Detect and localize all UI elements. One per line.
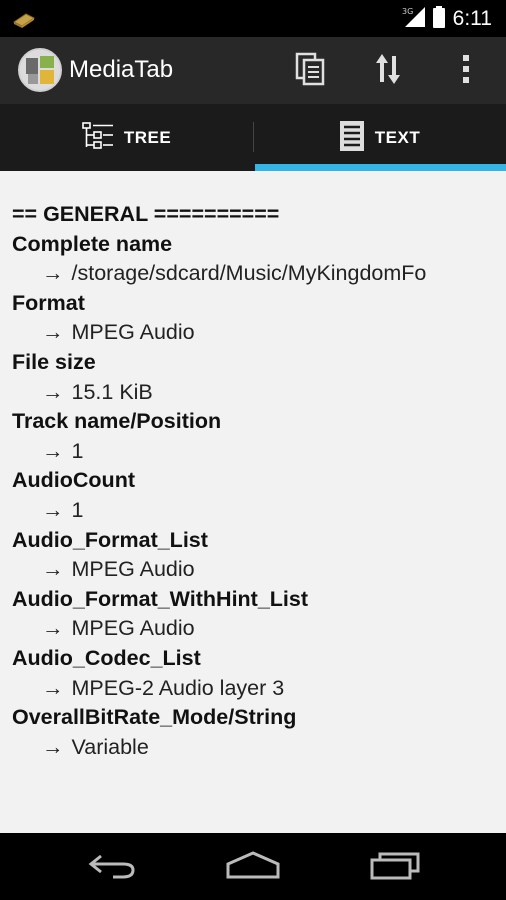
field-name: Track name/Position — [12, 409, 222, 434]
tab-tree[interactable]: TREE — [0, 104, 253, 171]
field-value: → Variable — [42, 734, 149, 759]
arrow-icon: → — [42, 616, 64, 641]
text-document-icon — [339, 120, 365, 156]
field-value: → MPEG Audio — [42, 557, 195, 582]
tree-view-icon — [82, 121, 114, 155]
tab-text-label: TEXT — [374, 127, 421, 147]
action-bar: MediaTab — [0, 37, 506, 104]
tab-text[interactable]: TEXT — [253, 104, 506, 171]
arrow-icon: → — [42, 320, 64, 345]
status-bar: 3G 6:11 — [0, 0, 506, 37]
copy-button[interactable] — [288, 49, 332, 93]
field-value: → 1 — [42, 497, 84, 522]
arrow-icon: → — [42, 379, 64, 404]
notification-book-icon — [12, 10, 36, 28]
recent-apps-icon — [370, 850, 422, 884]
section-header: == GENERAL ========== — [12, 202, 280, 226]
field-value: → MPEG Audio — [42, 320, 195, 345]
arrow-icon: → — [42, 734, 64, 759]
home-icon — [225, 850, 281, 884]
navigation-bar — [0, 833, 506, 900]
recent-apps-button[interactable] — [366, 847, 426, 887]
field-name: Complete name — [12, 231, 173, 256]
field-value: → 15.1 KiB — [42, 379, 153, 404]
arrow-icon: → — [42, 497, 64, 522]
field-name: File size — [12, 349, 96, 374]
tab-divider — [253, 122, 254, 152]
field-name: Audio_Format_WithHint_List — [12, 586, 309, 611]
field-value: → MPEG Audio — [42, 616, 195, 641]
field-name: Audio_Codec_List — [12, 645, 201, 670]
app-logo-icon[interactable] — [18, 48, 62, 92]
tab-tree-label: TREE — [123, 127, 172, 147]
arrow-icon: → — [42, 557, 64, 582]
field-name: Audio_Format_List — [12, 527, 208, 552]
field-value: → MPEG-2 Audio layer 3 — [42, 675, 285, 700]
field-name: AudioCount — [12, 468, 135, 493]
overflow-menu-icon — [462, 54, 470, 88]
signal-icon — [404, 6, 425, 31]
field-value: →/storage/sdcard/Music/MyKingdomFo — [42, 261, 427, 286]
sort-arrows-icon — [375, 52, 401, 90]
status-clock: 6:11 — [452, 6, 492, 30]
arrow-icon: → — [42, 675, 64, 700]
copy-icon — [295, 52, 325, 90]
back-icon — [87, 850, 137, 884]
sort-button[interactable] — [366, 49, 410, 93]
arrow-icon: → — [42, 438, 64, 463]
arrow-icon: → — [42, 261, 64, 286]
app-title: MediaTab — [69, 56, 174, 83]
selected-tab-indicator — [255, 164, 506, 171]
battery-icon — [432, 5, 445, 32]
field-value: → 1 — [42, 438, 84, 463]
media-info-text: == GENERAL ========== Complete name →/st… — [12, 200, 426, 762]
back-button[interactable] — [82, 847, 142, 887]
field-name: Format — [12, 290, 85, 315]
field-name: OverallBitRate_Mode/String — [12, 705, 297, 730]
media-info-text-view[interactable]: == GENERAL ========== Complete name →/st… — [0, 171, 506, 833]
home-button[interactable] — [223, 847, 283, 887]
overflow-menu-button[interactable] — [444, 49, 488, 93]
